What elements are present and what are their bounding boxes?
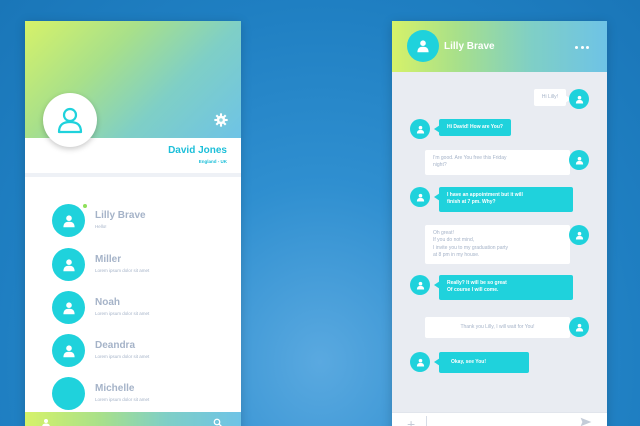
user-icon [575,323,583,332]
avatar [569,225,589,245]
online-status-dot [82,203,88,209]
user-icon [575,231,583,240]
profile-name: David Jones [168,145,227,156]
message-bubble-received: Really? It will be so great Of course I … [434,275,573,300]
contact-item-miller[interactable]: Miller Lorem ipsum dolor sit amet [25,248,241,288]
message-bubble-received: Hi David! How are You? [434,119,511,137]
chat-screen: Lilly Brave Hi Lilly! Hi David! How are … [392,21,607,426]
message-bubble-sent: Hi Lilly! [533,89,572,107]
message-input-bar[interactable]: + [392,412,607,426]
avatar [52,248,85,281]
contact-preview: Lorem ipsum dolor sit amet [95,268,150,273]
profile-avatar[interactable] [43,93,97,147]
message-bubble-sent: Oh great! If you do not mind, I invite y… [425,225,575,264]
contact-item-lilly-brave[interactable]: Lilly Brave Hello! [25,203,241,244]
contact-item-michelle[interactable]: Michelle Lorem ipsum dolor sit amet [25,377,241,417]
user-icon [62,214,75,227]
divider [426,416,427,426]
contact-preview: Lorem ipsum dolor sit amet [95,311,150,316]
user-icon [416,281,424,290]
message-bubble-sent: Thank you Lilly, I will wait for You! [425,317,575,339]
user-icon [416,193,424,202]
avatar [52,204,85,237]
contact-item-deandra[interactable]: Deandra Lorem ipsum dolor sit amet [25,334,241,374]
avatar [52,334,85,367]
contact-name: Deandra [95,340,136,351]
search-icon[interactable] [213,418,223,426]
gear-icon[interactable] [214,113,228,127]
more-icon[interactable] [575,46,589,50]
profile-location: England - UK [198,159,227,164]
user-icon [575,156,583,165]
chat-header: Lilly Brave [392,21,607,72]
plus-icon[interactable]: + [407,417,415,426]
avatar [410,352,430,372]
message-bubble-received: Okay, see You! [434,352,529,374]
contacts-screen: David Jones England - UK Lilly Brave Hel… [25,21,241,426]
avatar [410,119,430,139]
avatar [410,187,430,207]
contact-item-noah[interactable]: Noah Lorem ipsum dolor sit amet [25,291,241,331]
avatar [52,377,85,410]
chat-contact-name: Lilly Brave [444,41,495,52]
avatar [569,89,589,109]
contact-name: Michelle [95,383,135,394]
contact-name: Noah [95,297,120,308]
user-icon [416,125,424,134]
avatar [569,150,589,170]
message-bubble-received: I have an appointment but it will finish… [434,187,573,212]
message-bubble-sent: I'm good. Are You free this Friday night… [425,150,575,175]
avatar [569,317,589,337]
user-icon [416,358,424,367]
avatar[interactable] [407,30,439,62]
user-icon[interactable] [41,418,51,426]
contact-preview: Lorem ipsum dolor sit amet [95,354,150,359]
user-icon [62,301,75,314]
contact-name: Lilly Brave [95,210,146,221]
user-icon [57,107,83,134]
contact-name: Miller [95,254,122,265]
user-icon [575,95,583,104]
avatar [52,291,85,324]
user-icon [62,258,75,271]
contact-preview: Lorem ipsum dolor sit amet [95,397,150,402]
divider [25,173,241,177]
contact-preview: Hello! [95,224,107,229]
bottom-nav-bar [25,412,241,426]
user-icon [62,344,75,357]
user-icon [417,40,429,53]
send-icon[interactable] [580,417,592,426]
avatar [410,275,430,295]
